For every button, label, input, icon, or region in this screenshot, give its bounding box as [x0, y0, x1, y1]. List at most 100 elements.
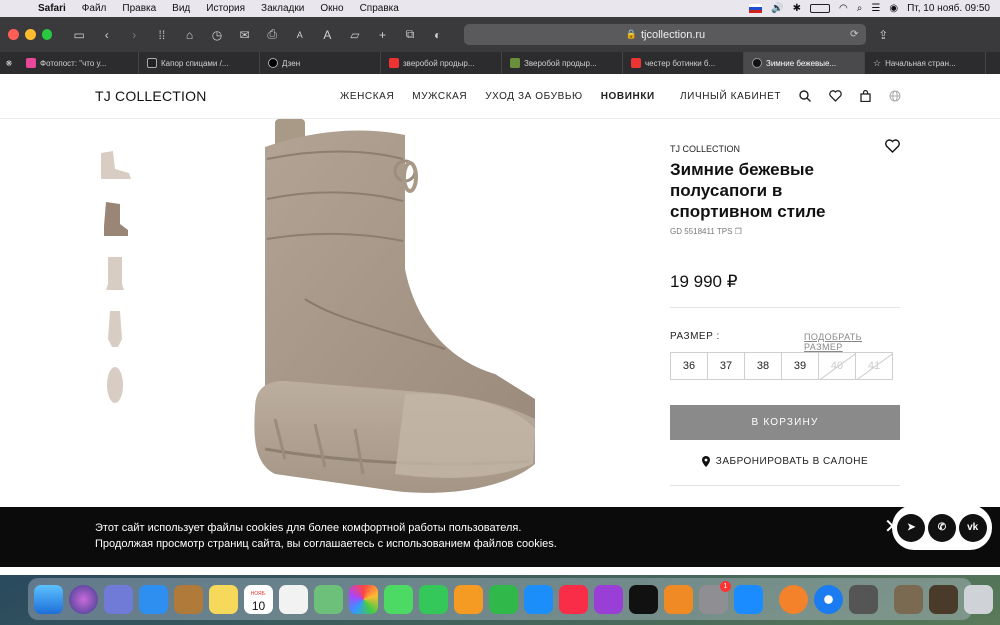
copy-icon[interactable]: ❐ [735, 227, 742, 236]
sidebar-toggle-icon[interactable]: ▭ [68, 28, 90, 42]
photos-icon[interactable] [349, 584, 378, 614]
size-option[interactable]: 39 [781, 352, 819, 380]
messages-icon[interactable] [384, 584, 413, 614]
history-icon[interactable]: ◷ [206, 28, 228, 42]
new-tab-icon[interactable]: + [372, 28, 394, 42]
launchpad-icon[interactable] [104, 584, 133, 614]
close-window-button[interactable] [8, 29, 19, 40]
contacts-icon[interactable] [174, 584, 203, 614]
tab-dzen[interactable]: Дзен [260, 52, 381, 74]
wishlist-heart-icon[interactable] [829, 90, 842, 102]
numbers-icon[interactable] [489, 584, 518, 614]
tab-tjcollection[interactable]: Зимние бежевые... [744, 52, 865, 74]
tab-start-page[interactable]: ☆ Начальная стран... [865, 52, 986, 74]
tab-fotopost[interactable]: Фотопост: "что у... [18, 52, 139, 74]
reserve-in-store-link[interactable]: ЗАБРОНИРОВАТЬ В САЛОНЕ [670, 456, 900, 467]
menu-edit[interactable]: Правка [114, 3, 164, 14]
calculator-icon[interactable] [849, 584, 878, 614]
media-player-icon[interactable] [779, 584, 808, 614]
vk-icon[interactable]: vk [958, 513, 987, 542]
facetime-icon[interactable] [419, 584, 448, 614]
system-preferences-icon[interactable]: 1 [699, 580, 731, 614]
nav-new[interactable]: НОВИНКИ [601, 91, 655, 102]
add-to-favorites-heart-icon[interactable] [885, 139, 900, 153]
menu-bookmarks[interactable]: Закладки [253, 3, 312, 14]
control-center-icon[interactable]: ☰ [871, 3, 880, 14]
pinned-tab-icon[interactable]: ❋ [0, 59, 18, 68]
privacy-shield-icon[interactable]: ◐ [427, 28, 449, 42]
maps-icon[interactable] [314, 584, 343, 614]
product-thumbnail[interactable] [95, 253, 135, 293]
reload-icon[interactable]: ⟳ [850, 29, 858, 40]
books-icon[interactable] [664, 584, 693, 614]
site-logo[interactable]: TJ COLLECTION [95, 88, 207, 104]
tab-zveroboy[interactable]: Зверобой продыр... [502, 52, 623, 74]
mail-icon[interactable] [139, 584, 168, 614]
notes-icon[interactable] [209, 584, 238, 614]
menu-window[interactable]: Окно [312, 3, 351, 14]
siri-icon[interactable]: ◉ [889, 3, 898, 14]
apps-grid-icon[interactable]: ⁞⁞ [151, 28, 173, 42]
tab-yandex-1[interactable]: зверобой продыр... [381, 52, 502, 74]
product-thumbnail[interactable] [95, 199, 135, 239]
menu-file[interactable]: Файл [74, 3, 115, 14]
volume-icon[interactable]: 🔊 [771, 3, 783, 14]
finder-icon[interactable] [34, 584, 63, 614]
print-icon[interactable]: ⎙ [261, 27, 283, 42]
wifi-icon[interactable]: ◠ [839, 3, 848, 14]
menu-history[interactable]: История [198, 3, 253, 14]
zoom-window-button[interactable] [41, 29, 53, 40]
reminders-icon[interactable] [279, 584, 308, 614]
tab-overview-icon[interactable]: ⧉ [399, 27, 421, 42]
address-bar[interactable]: 🔒 tjcollection.ru ⟳ [464, 24, 867, 45]
size-option[interactable]: 38 [744, 352, 782, 380]
app-store-icon[interactable] [734, 584, 763, 614]
product-thumbnail[interactable] [95, 309, 135, 349]
nav-women[interactable]: ЖЕНСКАЯ [340, 91, 394, 102]
nav-shoe-care[interactable]: УХОД ЗА ОБУВЬЮ [485, 91, 583, 102]
cart-bag-icon[interactable] [860, 90, 871, 102]
safari-icon[interactable] [814, 584, 843, 614]
home-icon[interactable]: ⌂ [179, 28, 201, 42]
whatsapp-icon[interactable]: ✆ [927, 513, 956, 542]
menu-view[interactable]: Вид [164, 3, 198, 14]
product-brand[interactable]: TJ COLLECTION [670, 144, 740, 154]
product-thumbnail[interactable] [95, 365, 135, 405]
recent-image-icon[interactable] [929, 584, 958, 614]
size-option[interactable]: 36 [670, 352, 708, 380]
recent-document-icon[interactable] [894, 584, 923, 614]
pages-icon[interactable] [454, 584, 483, 614]
podcasts-icon[interactable] [594, 584, 623, 614]
account-link[interactable]: ЛИЧНЫЙ КАБИНЕТ [680, 91, 781, 102]
mail-icon[interactable]: ✉ [234, 28, 256, 42]
apple-tv-icon[interactable] [629, 584, 658, 614]
add-to-cart-button[interactable]: В КОРЗИНУ [670, 405, 900, 440]
trash-icon[interactable] [964, 584, 993, 614]
menu-datetime[interactable]: Пт, 10 нояб. 09:50 [907, 3, 990, 14]
forward-icon[interactable]: › [124, 28, 146, 42]
siri-icon[interactable] [69, 584, 98, 614]
size-guide-link[interactable]: ПОДОБРАТЬ РАЗМЕР [804, 332, 900, 352]
nav-men[interactable]: МУЖСКАЯ [412, 91, 467, 102]
text-larger-icon[interactable]: A [317, 28, 339, 42]
spotlight-search-icon[interactable]: ⌕ [857, 3, 863, 14]
ruler-icon[interactable]: ▱ [344, 28, 366, 42]
tab-kapor[interactable]: Капор спицами /... [139, 52, 260, 74]
search-icon[interactable] [799, 90, 812, 102]
input-source-flag-icon[interactable] [749, 4, 763, 13]
telegram-icon[interactable]: ➤ [897, 513, 926, 542]
calendar-icon[interactable]: НОЯБ. 10 [244, 584, 273, 614]
product-thumbnail[interactable] [95, 145, 135, 185]
text-smaller-icon[interactable]: A [289, 30, 311, 40]
globe-language-icon[interactable] [889, 90, 901, 102]
size-option[interactable]: 37 [707, 352, 745, 380]
keynote-icon[interactable] [524, 584, 553, 614]
minimize-window-button[interactable] [24, 29, 36, 40]
music-icon[interactable] [559, 584, 588, 614]
bluetooth-icon[interactable]: ✱ [793, 3, 801, 14]
share-icon[interactable]: ⇪ [872, 28, 894, 42]
menu-app-name[interactable]: Safari [30, 3, 74, 14]
back-icon[interactable]: ‹ [96, 28, 118, 42]
battery-icon[interactable] [810, 4, 831, 13]
tab-yandex-2[interactable]: честер ботинки б... [623, 52, 744, 74]
